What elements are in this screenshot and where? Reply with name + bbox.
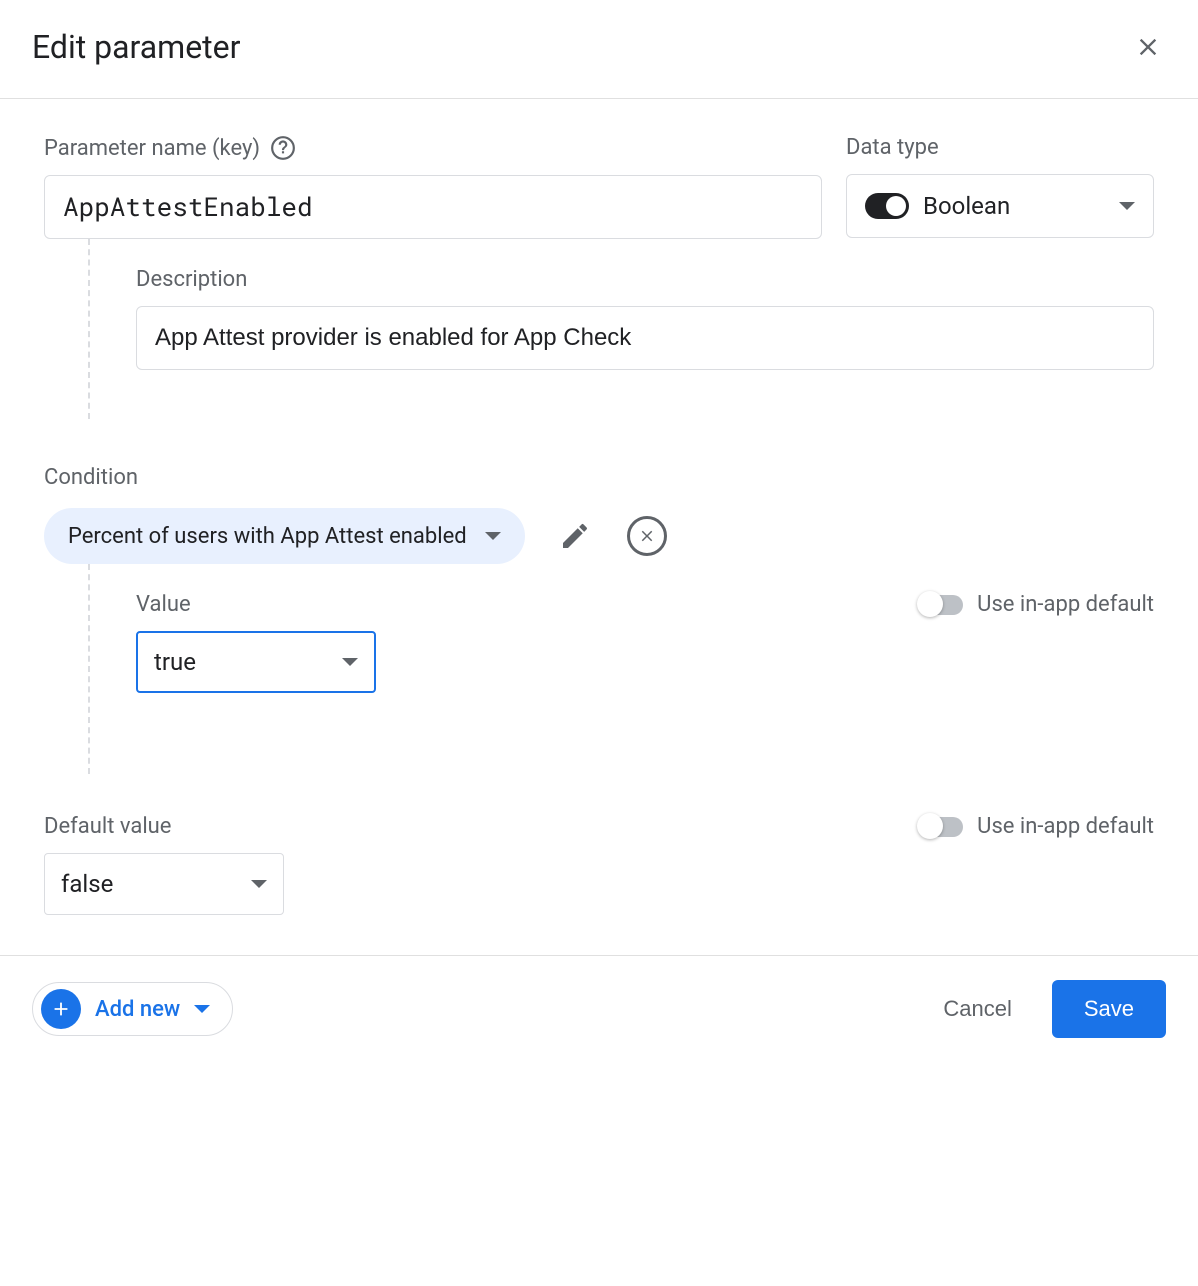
- default-value-label: Default value: [44, 814, 284, 839]
- default-value-select[interactable]: false: [44, 853, 284, 915]
- condition-value-label: Value: [136, 592, 376, 617]
- close-button[interactable]: [1130, 29, 1166, 65]
- save-button[interactable]: Save: [1052, 980, 1166, 1038]
- condition-use-default-toggle[interactable]: [919, 595, 963, 615]
- plus-circle-icon: [41, 989, 81, 1029]
- condition-chip[interactable]: Percent of users with App Attest enabled: [44, 508, 525, 564]
- condition-section-label: Condition: [44, 465, 1154, 490]
- default-value-field: Default value false: [44, 814, 284, 915]
- boolean-type-icon: [865, 193, 909, 219]
- condition-chip-label: Percent of users with App Attest enabled: [68, 524, 467, 549]
- caret-down-icon: [342, 658, 358, 666]
- default-use-default-row: Use in-app default: [919, 814, 1154, 839]
- help-icon[interactable]: [270, 135, 296, 161]
- data-type-select[interactable]: Boolean: [846, 174, 1154, 238]
- default-use-default-label: Use in-app default: [977, 814, 1154, 839]
- condition-value-field: Value true: [136, 592, 376, 693]
- parameter-name-field: Parameter name (key): [44, 135, 822, 239]
- condition-value-selected: true: [154, 648, 342, 676]
- remove-condition-button[interactable]: [625, 514, 669, 558]
- description-label: Description: [136, 267, 1154, 292]
- default-use-default-toggle[interactable]: [919, 817, 963, 837]
- data-type-value: Boolean: [923, 192, 1105, 220]
- data-type-label: Data type: [846, 135, 939, 160]
- condition-row: Percent of users with App Attest enabled: [44, 508, 1154, 564]
- condition-use-default-label: Use in-app default: [977, 592, 1154, 617]
- parameter-name-label: Parameter name (key): [44, 136, 260, 161]
- dialog-title: Edit parameter: [32, 28, 240, 66]
- condition-use-default-row: Use in-app default: [919, 592, 1154, 617]
- parameter-name-input[interactable]: [44, 175, 822, 239]
- caret-down-icon: [251, 880, 267, 888]
- description-field: Description: [136, 239, 1154, 419]
- caret-down-icon: [194, 1005, 210, 1013]
- description-input[interactable]: [136, 306, 1154, 370]
- default-value-selected: false: [61, 870, 251, 898]
- edit-condition-button[interactable]: [553, 514, 597, 558]
- condition-value-select[interactable]: true: [136, 631, 376, 693]
- pencil-icon: [559, 520, 591, 552]
- tree-connector: [88, 239, 136, 419]
- dialog-header: Edit parameter: [0, 0, 1198, 99]
- close-icon: [1134, 33, 1162, 61]
- data-type-field: Data type Boolean: [846, 135, 1154, 238]
- add-new-button[interactable]: Add new: [32, 982, 233, 1036]
- caret-down-icon: [485, 532, 501, 540]
- cancel-button[interactable]: Cancel: [931, 986, 1023, 1032]
- tree-connector: [88, 564, 136, 774]
- dialog-body: Parameter name (key) Data type Boolean D…: [0, 99, 1198, 955]
- dialog-footer: Add new Cancel Save: [0, 955, 1198, 1062]
- add-new-label: Add new: [95, 997, 180, 1022]
- caret-down-icon: [1119, 202, 1135, 210]
- remove-circle-icon: [627, 516, 667, 556]
